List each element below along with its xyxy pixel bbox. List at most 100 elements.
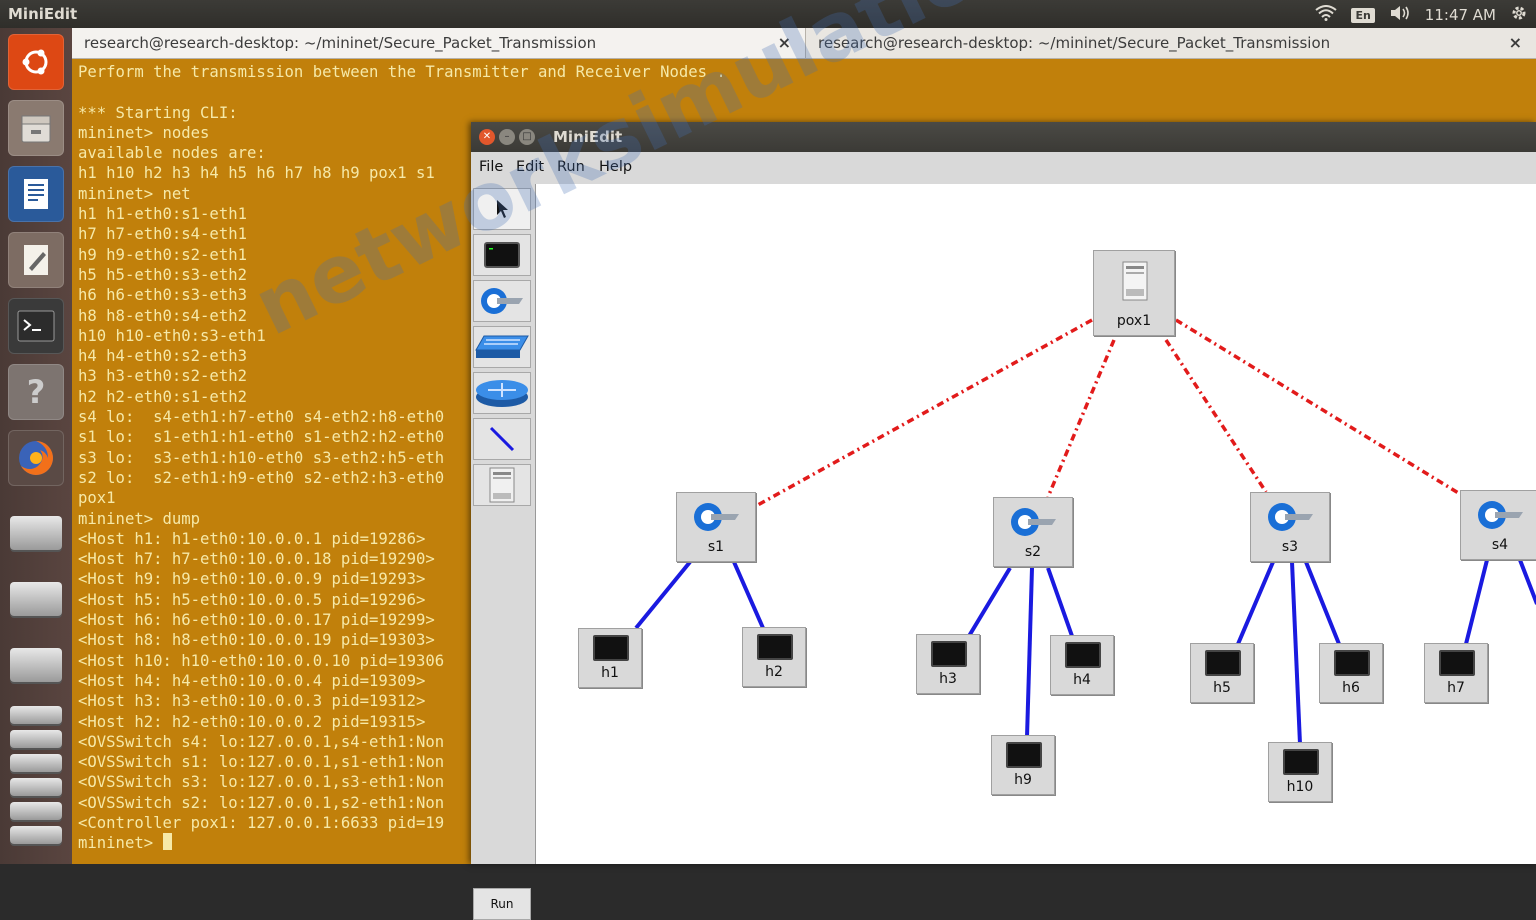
- host-node[interactable]: h2: [742, 627, 806, 687]
- data-link: [1046, 567, 1074, 637]
- router-tool-icon[interactable]: [473, 372, 531, 414]
- host-node[interactable]: h5: [1190, 643, 1254, 703]
- menu-run[interactable]: Run: [557, 159, 585, 175]
- menu-bar: File Edit Run Help: [471, 152, 1536, 182]
- drive-stack-icon[interactable]: [10, 778, 62, 796]
- controller-node[interactable]: pox1: [1093, 250, 1175, 336]
- drive-icon[interactable]: [10, 582, 62, 616]
- drive-stack-icon[interactable]: [10, 706, 62, 724]
- host-node[interactable]: h9: [991, 735, 1055, 795]
- switch-icon: [1011, 508, 1056, 536]
- host-node[interactable]: h6: [1319, 643, 1383, 703]
- data-link: [1464, 559, 1489, 645]
- terminal-icon[interactable]: [8, 298, 64, 354]
- switch-node[interactable]: s2: [993, 497, 1073, 567]
- host-node[interactable]: h1: [578, 628, 642, 688]
- miniedit-titlebar[interactable]: ✕ – □ MiniEdit: [471, 122, 1536, 152]
- host-icon: [931, 641, 967, 667]
- top-panel: MiniEdit En 11:47 AM: [0, 0, 1536, 28]
- host-tool-icon[interactable]: [473, 234, 531, 276]
- host-icon: [1205, 650, 1241, 676]
- node-label: h6: [1342, 680, 1360, 696]
- data-link: [1236, 561, 1275, 645]
- host-node[interactable]: h4: [1050, 635, 1114, 695]
- menu-file[interactable]: File: [479, 159, 503, 175]
- writer-icon[interactable]: [8, 166, 64, 222]
- data-link: [967, 566, 1012, 638]
- tab-title: research@research-desktop: ~/mininet/Sec…: [84, 34, 597, 52]
- legacy-switch-tool-icon[interactable]: [473, 326, 531, 368]
- gear-icon[interactable]: [1510, 4, 1528, 26]
- node-label: h2: [765, 664, 783, 680]
- drive-icon[interactable]: [10, 648, 62, 682]
- miniedit-window: ✕ – □ MiniEdit File Edit Run Help Run po…: [471, 122, 1536, 920]
- node-label: h9: [1014, 772, 1032, 788]
- host-icon: [593, 635, 629, 661]
- node-label: s2: [1024, 544, 1042, 560]
- controller-link: [755, 318, 1093, 508]
- files-icon[interactable]: [8, 100, 64, 156]
- node-label: h5: [1213, 680, 1231, 696]
- host-icon: [1283, 749, 1319, 775]
- keyboard-layout-indicator[interactable]: En: [1351, 7, 1375, 23]
- menu-help[interactable]: Help: [599, 159, 632, 175]
- system-tray: En 11:47 AM: [1315, 4, 1528, 26]
- window-title: MiniEdit: [553, 128, 623, 146]
- data-link: [732, 561, 765, 629]
- menu-edit[interactable]: Edit: [516, 159, 544, 175]
- tab-close-icon[interactable]: ×: [778, 28, 791, 58]
- clock[interactable]: 11:47 AM: [1425, 6, 1496, 24]
- data-link: [1025, 567, 1034, 738]
- terminal-tab[interactable]: research@research-desktop: ~/mininet/Sec…: [806, 28, 1536, 58]
- node-label: h3: [939, 671, 957, 687]
- node-label: pox1: [1116, 313, 1152, 329]
- topology-canvas[interactable]: pox1 s1 s2 s3 s4 h1 h2 h3 h4 h9 h5 h6 h1…: [535, 184, 1536, 864]
- host-icon: [757, 634, 793, 660]
- switch-node[interactable]: s4: [1460, 490, 1536, 560]
- close-window-icon[interactable]: ✕: [479, 129, 495, 145]
- switch-icon: [1268, 503, 1313, 531]
- switch-node[interactable]: s1: [676, 492, 756, 562]
- data-link: [1290, 561, 1302, 745]
- launcher: ?: [0, 28, 72, 864]
- host-icon: [1439, 650, 1475, 676]
- drive-icon[interactable]: [10, 516, 62, 550]
- host-node[interactable]: h7: [1424, 643, 1488, 703]
- node-label: h1: [601, 665, 619, 681]
- volume-icon[interactable]: [1389, 5, 1411, 25]
- link-tool-icon[interactable]: [473, 418, 531, 460]
- tab-title: research@research-desktop: ~/mininet/Sec…: [818, 34, 1331, 52]
- tool-palette: Run: [471, 184, 533, 920]
- drive-stack-icon[interactable]: [10, 754, 62, 772]
- node-label: h7: [1447, 680, 1465, 696]
- node-label: s1: [707, 539, 725, 555]
- data-link: [1304, 561, 1341, 645]
- select-tool-icon[interactable]: [473, 188, 531, 230]
- run-button[interactable]: Run: [473, 888, 531, 920]
- data-link: [1518, 559, 1536, 605]
- help-icon[interactable]: ?: [8, 364, 64, 420]
- drive-stack-icon[interactable]: [10, 802, 62, 820]
- maximize-window-icon[interactable]: □: [519, 129, 535, 145]
- text-editor-icon[interactable]: [8, 232, 64, 288]
- host-node[interactable]: h3: [916, 634, 980, 694]
- host-node[interactable]: h10: [1268, 742, 1332, 802]
- node-label: h4: [1073, 672, 1091, 688]
- node-label: s4: [1491, 537, 1509, 553]
- node-label: s3: [1281, 539, 1299, 555]
- firefox-icon[interactable]: [8, 430, 64, 486]
- switch-tool-icon[interactable]: [473, 280, 531, 322]
- terminal-tab[interactable]: research@research-desktop: ~/mininet/Sec…: [72, 28, 806, 58]
- host-icon: [1334, 650, 1370, 676]
- wifi-icon[interactable]: [1315, 5, 1338, 25]
- controller-tool-icon[interactable]: [473, 464, 531, 506]
- minimize-window-icon[interactable]: –: [499, 129, 515, 145]
- ubuntu-logo-icon[interactable]: [8, 34, 64, 90]
- node-label: h10: [1286, 779, 1314, 795]
- drive-stack-icon[interactable]: [10, 730, 62, 748]
- switch-node[interactable]: s3: [1250, 492, 1330, 562]
- tab-close-icon[interactable]: ×: [1509, 28, 1522, 58]
- active-app-name: MiniEdit: [8, 5, 78, 23]
- drive-stack-icon[interactable]: [10, 826, 62, 844]
- host-icon: [1065, 642, 1101, 668]
